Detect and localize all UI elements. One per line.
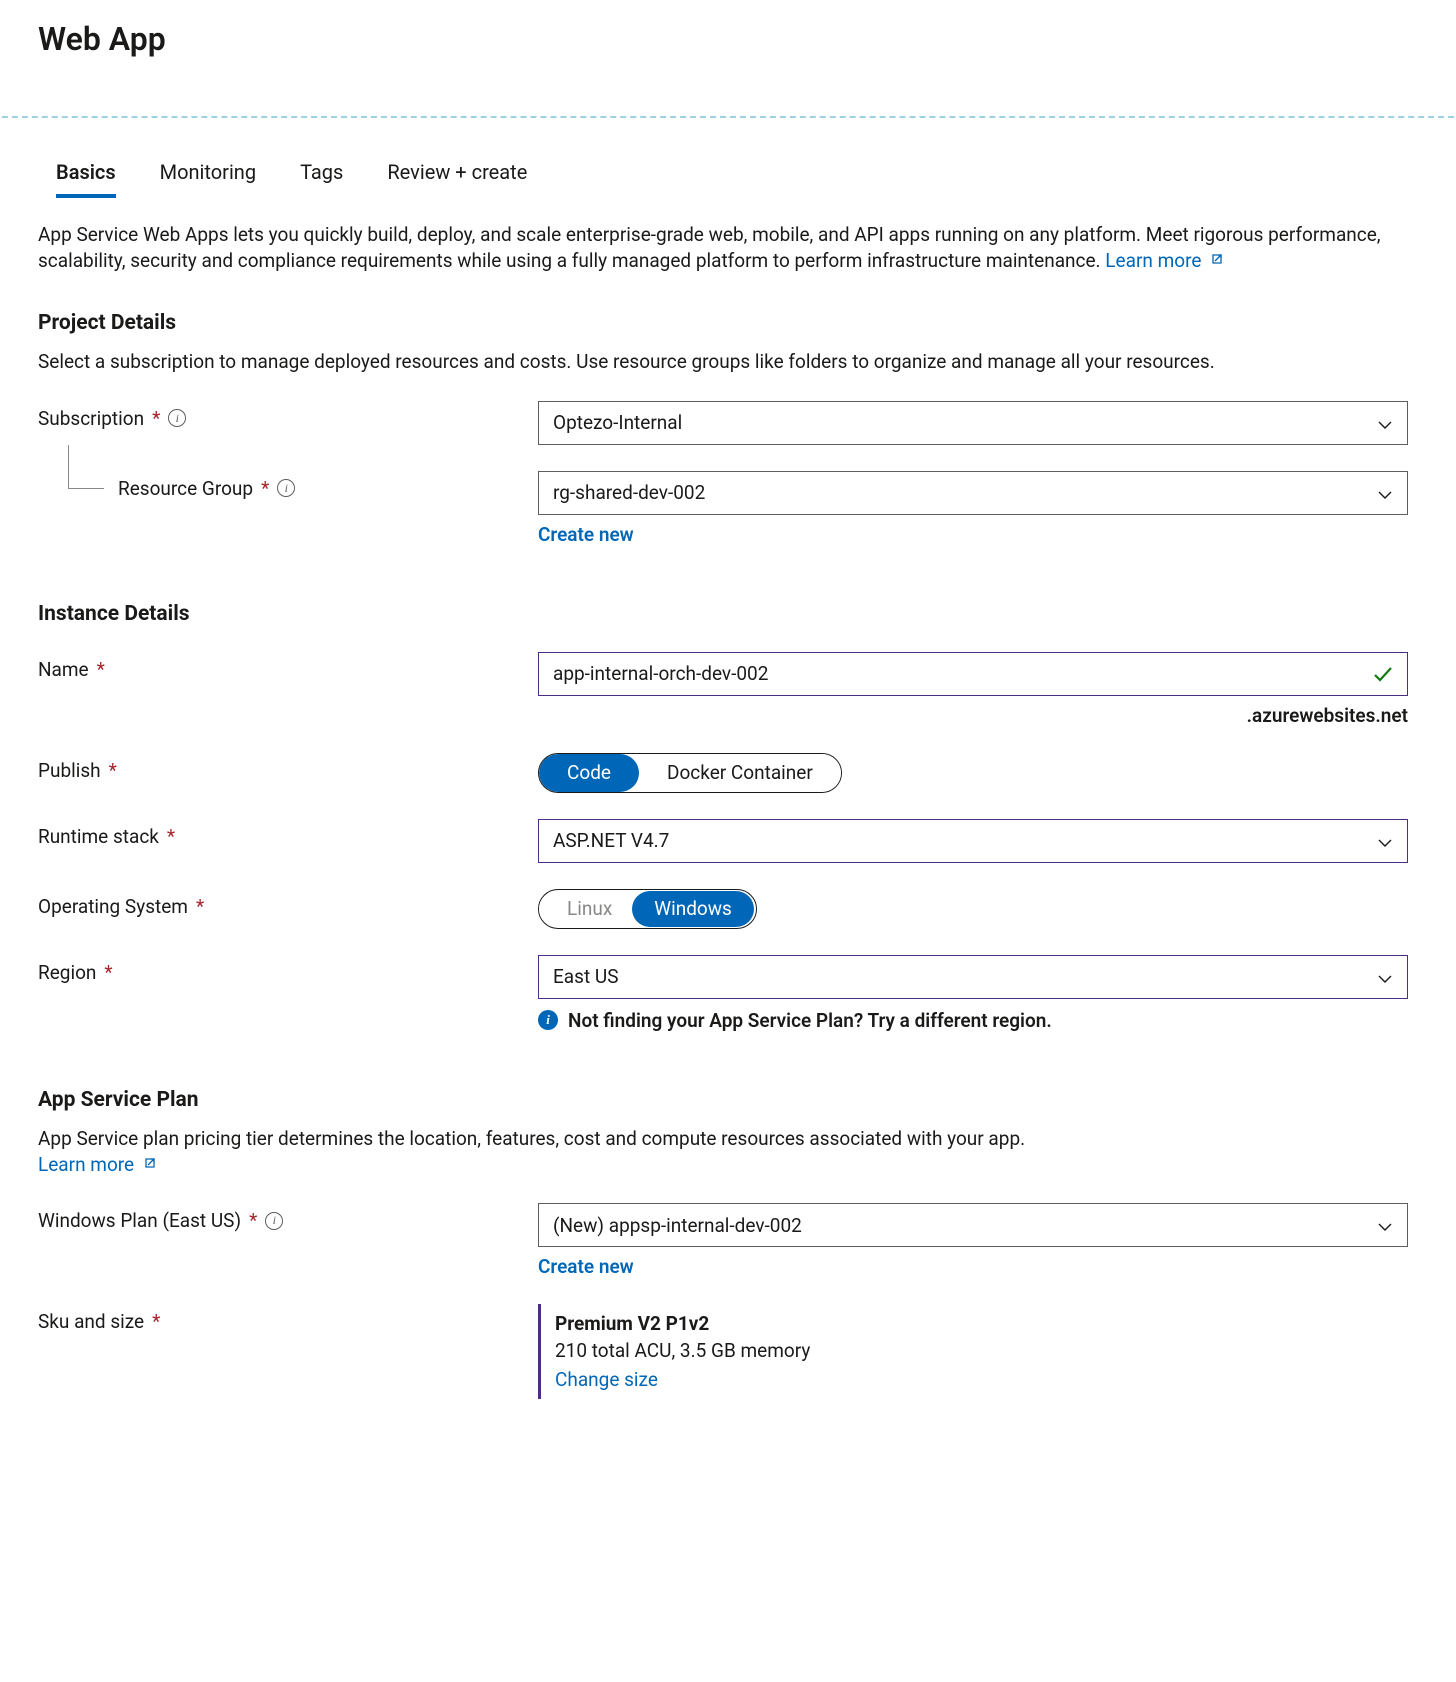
tab-monitoring[interactable]: Monitoring — [160, 160, 256, 198]
name-label-text: Name — [38, 658, 89, 681]
sku-block: Premium V2 P1v2 210 total ACU, 3.5 GB me… — [538, 1304, 1408, 1399]
checkmark-icon — [1371, 662, 1395, 686]
required-indicator: * — [152, 1310, 160, 1333]
region-label: Region * — [38, 955, 538, 984]
tree-connector-icon — [68, 445, 104, 489]
publish-label: Publish * — [38, 753, 538, 782]
resource-group-select[interactable]: rg-shared-dev-002 — [538, 471, 1408, 515]
os-label-text: Operating System — [38, 895, 188, 918]
intro-learn-more-label: Learn more — [1105, 249, 1201, 272]
external-link-icon — [1210, 251, 1224, 271]
chevron-down-icon — [1377, 969, 1393, 985]
tab-tags[interactable]: Tags — [300, 160, 343, 198]
sku-detail: 210 total ACU, 3.5 GB memory — [555, 1339, 1408, 1362]
name-value: app-internal-orch-dev-002 — [553, 662, 768, 685]
name-label: Name * — [38, 652, 538, 681]
runtime-select[interactable]: ASP.NET V4.7 — [538, 819, 1408, 863]
publish-toggle: Code Docker Container — [538, 753, 842, 793]
publish-option-docker[interactable]: Docker Container — [639, 754, 841, 792]
info-filled-icon: i — [538, 1010, 558, 1030]
asp-learn-more-label: Learn more — [38, 1153, 134, 1176]
plan-select[interactable]: (New) appsp-internal-dev-002 — [538, 1203, 1408, 1247]
plan-create-new-link[interactable]: Create new — [538, 1255, 634, 1278]
section-instance-details: Instance Details — [38, 602, 1418, 626]
page-title: Web App — [38, 0, 1418, 76]
subscription-label-text: Subscription — [38, 407, 144, 430]
app-service-plan-desc: App Service plan pricing tier determines… — [38, 1126, 1418, 1177]
required-indicator: * — [249, 1209, 257, 1232]
tab-basics[interactable]: Basics — [56, 160, 116, 198]
asp-learn-more-link[interactable]: Learn more — [38, 1153, 157, 1176]
required-indicator: * — [167, 825, 175, 848]
domain-suffix: .azurewebsites.net — [538, 704, 1408, 727]
subscription-select[interactable]: Optezo-Internal — [538, 401, 1408, 445]
chevron-down-icon — [1377, 415, 1393, 431]
plan-value: (New) appsp-internal-dev-002 — [553, 1214, 802, 1237]
region-label-text: Region — [38, 961, 96, 984]
change-size-link[interactable]: Change size — [555, 1368, 658, 1391]
info-icon[interactable]: i — [168, 409, 186, 427]
region-hint-text: Not finding your App Service Plan? Try a… — [568, 1009, 1052, 1032]
chevron-down-icon — [1377, 1217, 1393, 1233]
subscription-value: Optezo-Internal — [553, 411, 682, 434]
chevron-down-icon — [1377, 485, 1393, 501]
resource-group-value: rg-shared-dev-002 — [553, 481, 705, 504]
publish-label-text: Publish — [38, 759, 101, 782]
resource-group-create-new-link[interactable]: Create new — [538, 523, 634, 546]
region-hint: i Not finding your App Service Plan? Try… — [538, 1009, 1408, 1032]
intro-learn-more-link[interactable]: Learn more — [1105, 249, 1224, 272]
sku-title: Premium V2 P1v2 — [555, 1312, 1408, 1335]
section-project-details: Project Details — [38, 311, 1418, 335]
region-value: East US — [553, 965, 618, 988]
os-option-linux[interactable]: Linux — [539, 897, 630, 920]
required-indicator: * — [152, 407, 160, 430]
tab-review-create[interactable]: Review + create — [387, 160, 527, 198]
runtime-value: ASP.NET V4.7 — [553, 829, 669, 852]
os-toggle: Linux Windows — [538, 889, 757, 929]
project-details-desc: Select a subscription to manage deployed… — [38, 349, 1418, 375]
info-icon[interactable]: i — [265, 1212, 283, 1230]
external-link-icon — [143, 1155, 157, 1175]
os-option-windows[interactable]: Windows — [632, 891, 754, 927]
required-indicator: * — [104, 961, 112, 984]
sku-label-text: Sku and size — [38, 1310, 144, 1333]
plan-label-text: Windows Plan (East US) — [38, 1209, 241, 1232]
required-indicator: * — [109, 759, 117, 782]
subscription-label: Subscription * i — [38, 401, 538, 430]
asp-desc-text: App Service plan pricing tier determines… — [38, 1127, 1025, 1150]
os-label: Operating System * — [38, 889, 538, 918]
region-select[interactable]: East US — [538, 955, 1408, 999]
tab-bar: Basics Monitoring Tags Review + create — [38, 118, 1418, 198]
plan-label: Windows Plan (East US) * i — [38, 1203, 538, 1232]
sku-label: Sku and size * — [38, 1304, 538, 1333]
chevron-down-icon — [1377, 833, 1393, 849]
required-indicator: * — [261, 477, 269, 500]
required-indicator: * — [196, 895, 204, 918]
name-input[interactable]: app-internal-orch-dev-002 — [538, 652, 1408, 696]
publish-option-code[interactable]: Code — [539, 754, 639, 792]
info-icon[interactable]: i — [277, 479, 295, 497]
resource-group-label-text: Resource Group — [118, 477, 253, 500]
required-indicator: * — [97, 658, 105, 681]
resource-group-label: Resource Group * i — [38, 471, 538, 500]
runtime-label-text: Runtime stack — [38, 825, 159, 848]
runtime-label: Runtime stack * — [38, 819, 538, 848]
intro-text: App Service Web Apps lets you quickly bu… — [38, 222, 1418, 273]
section-app-service-plan: App Service Plan — [38, 1088, 1418, 1112]
